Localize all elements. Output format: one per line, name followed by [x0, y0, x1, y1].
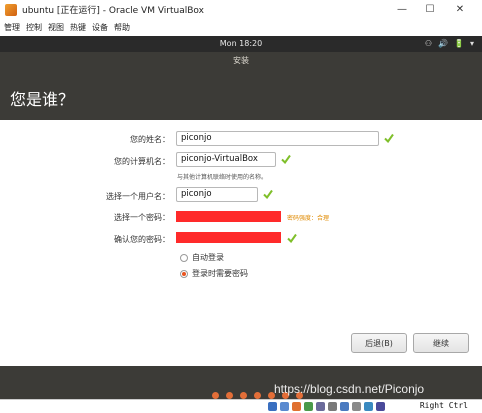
computer-name-input[interactable]: piconjo-VirtualBox	[176, 152, 276, 167]
continue-button[interactable]: 继续	[413, 333, 469, 353]
autologin-option[interactable]: 自动登录	[180, 252, 224, 263]
system-tray[interactable]: ⚇ 🔊 🔋 ▾	[425, 39, 474, 48]
computer-name-label: 您的计算机名：	[114, 157, 170, 166]
window-title: ubuntu [正在运行] - Oracle VM VirtualBox	[22, 6, 204, 16]
installer-titlebar: 安装	[0, 52, 482, 68]
menu-view[interactable]: 视图	[48, 22, 64, 33]
hdd-icon[interactable]	[268, 402, 277, 411]
username-input[interactable]: piconjo	[176, 187, 258, 202]
menu-hotkey[interactable]: 热键	[70, 22, 86, 33]
check-icon	[281, 154, 291, 164]
autologin-label: 自动登录	[192, 253, 224, 262]
progress-dot	[240, 392, 247, 399]
require-password-radio[interactable]	[180, 269, 188, 278]
name-label: 您的姓名：	[130, 135, 170, 144]
menu-manage[interactable]: 管理	[4, 22, 20, 33]
chevron-down-icon[interactable]: ▾	[470, 39, 474, 48]
minimize-button[interactable]: —	[390, 0, 414, 19]
network-icon[interactable]: ⚇	[425, 39, 432, 48]
host-statusbar: Right Ctrl	[0, 399, 482, 413]
require-password-label: 登录时需要密码	[192, 269, 248, 278]
display-icon[interactable]	[340, 402, 349, 411]
network-icon[interactable]	[304, 402, 313, 411]
menu-help[interactable]: 帮助	[114, 22, 130, 33]
password-label: 选择一个密码：	[114, 213, 170, 222]
heading-band: 您是谁？	[0, 68, 482, 120]
require-password-option[interactable]: 登录时需要密码	[180, 268, 248, 279]
username-label: 选择一个用户名：	[106, 192, 170, 201]
mouse-icon[interactable]	[376, 402, 385, 411]
page-heading: 您是谁？	[10, 90, 75, 109]
confirm-password-input[interactable]	[176, 232, 281, 243]
guest-top-panel: Mon 18:20 ⚇ 🔊 🔋 ▾	[0, 36, 482, 52]
shared-folder-icon[interactable]	[328, 402, 337, 411]
menu-control[interactable]: 控制	[26, 22, 42, 33]
audio-icon[interactable]	[292, 402, 301, 411]
check-icon	[287, 233, 297, 243]
battery-icon[interactable]: 🔋	[454, 39, 464, 48]
check-icon	[263, 189, 273, 199]
maximize-button[interactable]: ☐	[418, 0, 442, 19]
status-icons	[268, 402, 385, 411]
progress-dot	[226, 392, 233, 399]
back-button[interactable]: 后退(B)	[351, 333, 407, 353]
watermark: https://blog.csdn.net/Piconjo	[274, 382, 425, 396]
volume-icon[interactable]: 🔊	[438, 39, 448, 48]
cpu-icon[interactable]	[364, 402, 373, 411]
host-key-label: Right Ctrl	[419, 401, 468, 410]
check-icon	[384, 133, 394, 143]
usb-icon[interactable]	[316, 402, 325, 411]
name-input[interactable]: piconjo	[176, 131, 379, 146]
close-button[interactable]: ✕	[448, 0, 472, 19]
installer-title: 安装	[233, 56, 249, 65]
recording-icon[interactable]	[352, 402, 361, 411]
virtualbox-icon	[5, 3, 17, 16]
autologin-radio[interactable]	[180, 253, 188, 262]
confirm-password-label: 确认您的密码：	[114, 235, 170, 244]
clock[interactable]: Mon 18:20	[0, 39, 482, 48]
menu-devices[interactable]: 设备	[92, 22, 108, 33]
password-input[interactable]	[176, 211, 281, 222]
host-menubar: 管理 控制 视图 热键 设备 帮助	[0, 19, 482, 36]
progress-dot	[254, 392, 261, 399]
progress-dot	[212, 392, 219, 399]
password-strength: 密码强度：合理	[287, 215, 330, 222]
computer-name-hint: 与其他计算机联络时使用的名称。	[177, 174, 268, 181]
optical-icon[interactable]	[280, 402, 289, 411]
